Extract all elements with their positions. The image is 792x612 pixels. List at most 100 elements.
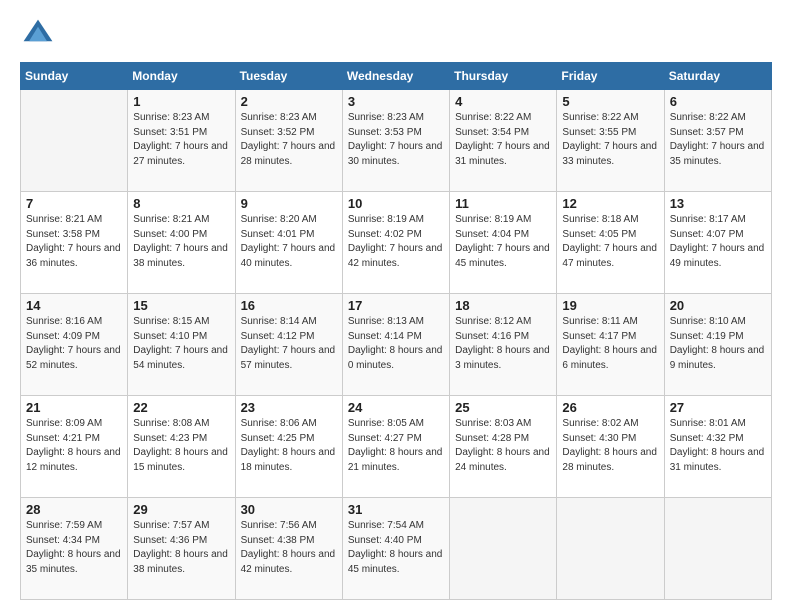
calendar-cell: 12Sunrise: 8:18 AMSunset: 4:05 PMDayligh… — [557, 192, 664, 294]
sunrise-text: Sunrise: 7:59 AM — [26, 520, 102, 531]
day-content: Sunrise: 7:56 AMSunset: 4:38 PMDaylight:… — [241, 519, 337, 577]
calendar-cell: 27Sunrise: 8:01 AMSunset: 4:32 PMDayligh… — [664, 396, 771, 498]
day-content: Sunrise: 8:03 AMSunset: 4:28 PMDaylight:… — [455, 417, 551, 475]
daylight-text: Daylight: 7 hours and 31 minutes. — [455, 141, 550, 167]
calendar-cell: 5Sunrise: 8:22 AMSunset: 3:55 PMDaylight… — [557, 90, 664, 192]
day-number: 23 — [241, 400, 337, 415]
sunset-text: Sunset: 4:36 PM — [133, 535, 207, 546]
calendar-cell: 30Sunrise: 7:56 AMSunset: 4:38 PMDayligh… — [235, 498, 342, 600]
day-content: Sunrise: 7:59 AMSunset: 4:34 PMDaylight:… — [26, 519, 122, 577]
day-number: 27 — [670, 400, 766, 415]
day-content: Sunrise: 8:15 AM Sunset: 4:10 PM Daylight:… — [133, 315, 229, 373]
sunrise-text: Sunrise: 8:22 AM — [455, 112, 531, 123]
sunrise-text: Sunrise: 8:03 AM — [455, 418, 531, 429]
sunset-text: Sunset: 4:00 PM — [133, 229, 207, 240]
calendar-cell: 29 Sunrise: 7:57 AMSunset: 4:36 PMDayligh… — [128, 498, 235, 600]
sunset-text: Sunset: 4:12 PM — [241, 331, 315, 342]
page: SundayMondayTuesdayWednesdayThursdayFrid… — [0, 0, 792, 612]
day-content: Sunrise: 8:20 AMSunset: 4:01 PMDaylight:… — [241, 213, 337, 271]
day-content: Sunrise: 8:21 AMSunset: 3:58 PMDaylight:… — [26, 213, 122, 271]
day-number: 9 — [241, 196, 337, 211]
daylight-text: Daylight: 7 hours and 54 minutes. — [133, 345, 228, 371]
calendar-cell: 18Sunrise: 8:12 AMSunset: 4:16 PMDayligh… — [450, 294, 557, 396]
sunset-text: Sunset: 4:21 PM — [26, 433, 100, 444]
sunrise-text: Sunrise: 8:12 AM — [455, 316, 531, 327]
sunrise-text: Sunrise: 8:21 AM — [26, 214, 102, 225]
daylight-text: Daylight: 7 hours and 35 minutes. — [670, 141, 765, 167]
day-number: 3 — [348, 94, 444, 109]
daylight-text: Daylight: 7 hours and 36 minutes. — [26, 243, 121, 269]
day-number: 21 — [26, 400, 122, 415]
day-number: 31 — [348, 502, 444, 517]
calendar-cell: 9 Sunrise: 8:20 AMSunset: 4:01 PMDaylight… — [235, 192, 342, 294]
sunrise-text: Sunrise: 8:05 AM — [348, 418, 424, 429]
calendar-cell: 7 Sunrise: 8:21 AMSunset: 3:58 PMDaylight… — [21, 192, 128, 294]
daylight-text: Daylight: 8 hours and 28 minutes. — [562, 447, 657, 473]
daylight-text: Daylight: 8 hours and 3 minutes. — [455, 345, 550, 371]
sunrise-text: Sunrise: 8:21 AM — [133, 214, 209, 225]
calendar-cell: 26Sunrise: 8:02 AMSunset: 4:30 PMDayligh… — [557, 396, 664, 498]
day-number: 29 — [133, 502, 229, 517]
sunrise-text: Sunrise: 8:09 AM — [26, 418, 102, 429]
sunrise-text: Sunrise: 8:14 AM — [241, 316, 317, 327]
week-row-3: 21 Sunrise: 8:09 AM Sunset: 4:21 PM Dayligh… — [21, 396, 772, 498]
sunrise-text: Sunrise: 8:17 AM — [670, 214, 746, 225]
daylight-text: Daylight: 7 hours and 38 minutes. — [133, 243, 228, 269]
calendar-cell — [450, 498, 557, 600]
calendar-cell: 15 Sunrise: 8:15 AM Sunset: 4:10 PM Dayligh… — [128, 294, 235, 396]
logo — [20, 16, 62, 52]
calendar-cell — [557, 498, 664, 600]
day-number: 6 — [670, 94, 766, 109]
day-number: 15 — [133, 298, 229, 313]
sunset-text: Sunset: 4:32 PM — [670, 433, 744, 444]
calendar-cell: 2Sunrise: 8:23 AMSunset: 3:52 PMDaylight… — [235, 90, 342, 192]
sunrise-text: Sunrise: 8:20 AM — [241, 214, 317, 225]
daylight-text: Daylight: 8 hours and 42 minutes. — [241, 549, 336, 575]
calendar-cell: 22Sunrise: 8:08 AMSunset: 4:23 PMDayligh… — [128, 396, 235, 498]
daylight-text: Daylight: 8 hours and 24 minutes. — [455, 447, 550, 473]
day-content: Sunrise: 8:22 AMSunset: 3:55 PMDaylight:… — [562, 111, 658, 169]
day-content: Sunrise: 8:19 AMSunset: 4:04 PMDaylight:… — [455, 213, 551, 271]
header-row: SundayMondayTuesdayWednesdayThursdayFrid… — [21, 63, 772, 90]
day-content: Sunrise: 8:08 AMSunset: 4:23 PMDaylight:… — [133, 417, 229, 475]
day-content: Sunrise: 8:23 AMSunset: 3:53 PMDaylight:… — [348, 111, 444, 169]
daylight-text: Daylight: 8 hours and 9 minutes. — [670, 345, 765, 371]
daylight-text: Daylight: 7 hours and 57 minutes. — [241, 345, 336, 371]
day-content: Sunrise: 8:11 AMSunset: 4:17 PMDaylight:… — [562, 315, 658, 373]
day-content: Sunrise: 8:09 AM Sunset: 4:21 PM Daylight:… — [26, 417, 122, 475]
sunset-text: Sunset: 3:54 PM — [455, 127, 529, 138]
day-content: Sunrise: 8:16 AMSunset: 4:09 PMDaylight:… — [26, 315, 122, 373]
day-number: 10 — [348, 196, 444, 211]
sunrise-text: Sunrise: 8:23 AM — [348, 112, 424, 123]
sunrise-text: Sunrise: 8:22 AM — [562, 112, 638, 123]
calendar-cell: 3 Sunrise: 8:23 AMSunset: 3:53 PMDaylight… — [342, 90, 449, 192]
calendar-cell: 21 Sunrise: 8:09 AM Sunset: 4:21 PM Dayligh… — [21, 396, 128, 498]
day-content: Sunrise: 8:18 AMSunset: 4:05 PMDaylight:… — [562, 213, 658, 271]
day-number: 14 — [26, 298, 122, 313]
sunrise-text: Sunrise: 8:19 AM — [348, 214, 424, 225]
week-row-2: 14 Sunrise: 8:16 AMSunset: 4:09 PMDayligh… — [21, 294, 772, 396]
calendar-cell: 4 Sunrise: 8:22 AM Sunset: 3:54 PM Daylight… — [450, 90, 557, 192]
day-content: Sunrise: 8:23 AMSunset: 3:51 PMDaylight:… — [133, 111, 229, 169]
sunset-text: Sunset: 4:10 PM — [133, 331, 207, 342]
sunrise-text: Sunrise: 8:23 AM — [133, 112, 209, 123]
day-number: 2 — [241, 94, 337, 109]
calendar-cell: 14 Sunrise: 8:16 AMSunset: 4:09 PMDayligh… — [21, 294, 128, 396]
day-content: Sunrise: 7:57 AMSunset: 4:36 PMDaylight:… — [133, 519, 229, 577]
day-content: Sunrise: 8:17 AMSunset: 4:07 PMDaylight:… — [670, 213, 766, 271]
day-number: 4 — [455, 94, 551, 109]
daylight-text: Daylight: 7 hours and 27 minutes. — [133, 141, 228, 167]
calendar-cell: 25 Sunrise: 8:03 AMSunset: 4:28 PMDayligh… — [450, 396, 557, 498]
calendar-cell: 17Sunrise: 8:13 AMSunset: 4:14 PMDayligh… — [342, 294, 449, 396]
day-number: 25 — [455, 400, 551, 415]
sunset-text: Sunset: 4:17 PM — [562, 331, 636, 342]
daylight-text: Daylight: 8 hours and 21 minutes. — [348, 447, 443, 473]
day-number: 26 — [562, 400, 658, 415]
col-header-monday: Monday — [128, 63, 235, 90]
col-header-sunday: Sunday — [21, 63, 128, 90]
day-number: 7 — [26, 196, 122, 211]
sunrise-text: Sunrise: 8:15 AM — [133, 316, 209, 327]
daylight-text: Daylight: 8 hours and 12 minutes. — [26, 447, 121, 473]
sunrise-text: Sunrise: 7:56 AM — [241, 520, 317, 531]
sunset-text: Sunset: 3:57 PM — [670, 127, 744, 138]
